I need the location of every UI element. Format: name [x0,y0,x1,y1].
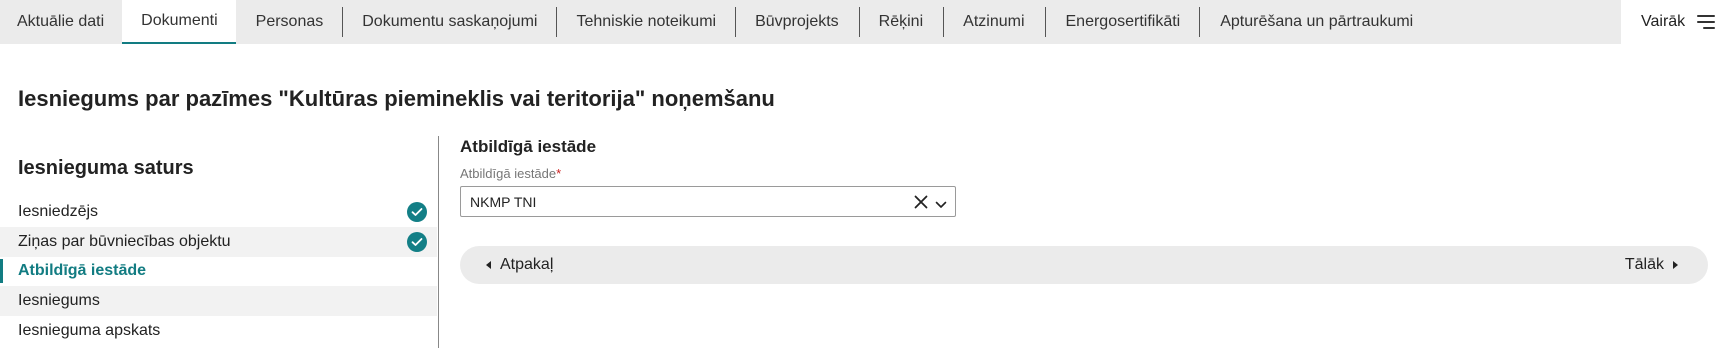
step-atbildiga-iestade[interactable]: Atbildīgā iestāde [0,256,437,286]
tab-label: Tehniskie noteikumi [576,13,717,30]
field-label: Atbildīgā iestāde* [460,166,561,181]
step-iesniegums[interactable]: Iesniegums [0,286,437,316]
field-label-text: Atbildīgā iestāde [460,166,557,181]
tab-rekini[interactable]: Rēķini [860,0,943,44]
tab-tehniskie-noteikumi[interactable]: Tehniskie noteikumi [557,0,735,44]
required-marker: * [556,166,562,181]
step-label: Ziņas par būvniecības objektu [18,233,231,250]
tab-apturesana-un-partraukumi[interactable]: Apturēšana un pārtraukumi [1200,0,1432,44]
tab-atzinumi[interactable]: Atzinumi [944,0,1044,44]
tab-label: Būvprojekts [755,13,839,30]
tab-label: Dokumenti [141,12,218,29]
step-label: Iesniedzējs [18,203,99,220]
check-icon [407,232,427,252]
check-icon [407,202,427,222]
tab-aktualie-dati[interactable]: Aktuālie dati [0,0,122,44]
step-navigation-bar: Atpakaļ Tālāk [460,246,1708,284]
step-iesnieguma-apskats[interactable]: Iesnieguma apskats [0,316,437,346]
steps-title: Iesnieguma saturs [18,157,194,179]
step-label: Atbildīgā iestāde [18,262,147,279]
tab-label: Atzinumi [963,13,1025,30]
back-label: Atpakaļ [500,256,554,273]
tab-label: Dokumentu saskaņojumi [362,13,538,30]
tab-label: Energosertifikāti [1065,13,1181,30]
step-zinas-par-buvniecibas-objektu[interactable]: Ziņas par būvniecības objektu [0,227,437,257]
select-value: NKMP TNI [470,193,537,210]
caret-left-icon [486,261,491,269]
menu-icon [1697,15,1716,29]
step-label: Iesnieguma apskats [18,322,161,339]
tab-label: Aktuālie dati [17,13,105,30]
tab-bar: Aktuālie dati Dokumenti Personas Dokumen… [0,0,1718,44]
step-iesniedzejs[interactable]: Iesniedzējs [0,197,437,227]
page-title: Iesniegums par pazīmes "Kultūras piemine… [18,86,775,111]
chevron-down-icon[interactable] [935,197,947,208]
tab-list: Aktuālie dati Dokumenti Personas Dokumen… [0,0,1432,44]
responsible-institution-select[interactable]: NKMP TNI [460,186,956,217]
more-label: Vairāk [1641,13,1686,30]
tab-label: Rēķini [878,13,924,30]
steps-divider [438,136,439,348]
next-label: Tālāk [1624,256,1664,273]
section-title: Atbildīgā iestāde [460,137,597,156]
tab-personas[interactable]: Personas [236,0,343,44]
close-icon[interactable] [913,194,929,210]
tab-dokumentu-saskanojumi[interactable]: Dokumentu saskaņojumi [343,0,556,44]
tab-buvprojekts[interactable]: Būvprojekts [736,0,859,44]
tab-label: Personas [255,13,324,30]
step-label: Iesniegums [18,292,100,309]
tab-label: Apturēšana un pārtraukumi [1220,13,1414,30]
back-button[interactable]: Atpakaļ [486,246,553,284]
next-button[interactable]: Tālāk [1625,246,1678,284]
more-button[interactable]: Vairāk [1621,0,1718,44]
tab-energosertifikati[interactable]: Energosertifikāti [1046,0,1200,44]
caret-right-icon [1673,261,1678,269]
tab-dokumenti[interactable]: Dokumenti [122,0,236,44]
